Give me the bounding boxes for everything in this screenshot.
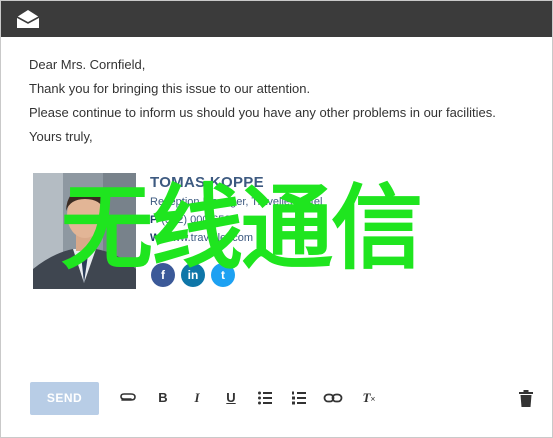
numbered-list-icon[interactable] (288, 387, 310, 409)
body-line-thanks: Thank you for bringing this issue to our… (29, 81, 311, 96)
bold-button[interactable]: B (152, 387, 174, 409)
clear-formatting-x-icon: × (370, 394, 376, 404)
closing-line: Yours truly, (29, 129, 93, 144)
envelope-open-icon[interactable] (15, 8, 41, 30)
greeting-line: Dear Mrs. Cornfield, (29, 57, 146, 72)
send-button[interactable]: SEND (30, 382, 99, 415)
attach-icon[interactable] (117, 387, 139, 409)
compose-toolbar: SEND B I U T× (1, 381, 552, 417)
trash-icon[interactable] (515, 387, 537, 409)
italic-button[interactable]: I (186, 387, 208, 409)
link-icon[interactable] (322, 387, 344, 409)
underline-button[interactable]: U (220, 387, 242, 409)
body-line-continue: Please continue to inform us should you … (29, 105, 496, 120)
email-body[interactable]: Dear Mrs. Cornfield, Thank you for bring… (29, 53, 532, 149)
clear-formatting-button[interactable]: T× (358, 387, 380, 409)
bulleted-list-icon[interactable] (254, 387, 276, 409)
overlay-watermark-text: 无线通信 (61, 175, 423, 282)
top-bar (1, 1, 552, 37)
compose-window: Dear Mrs. Cornfield, Thank you for bring… (0, 0, 553, 438)
